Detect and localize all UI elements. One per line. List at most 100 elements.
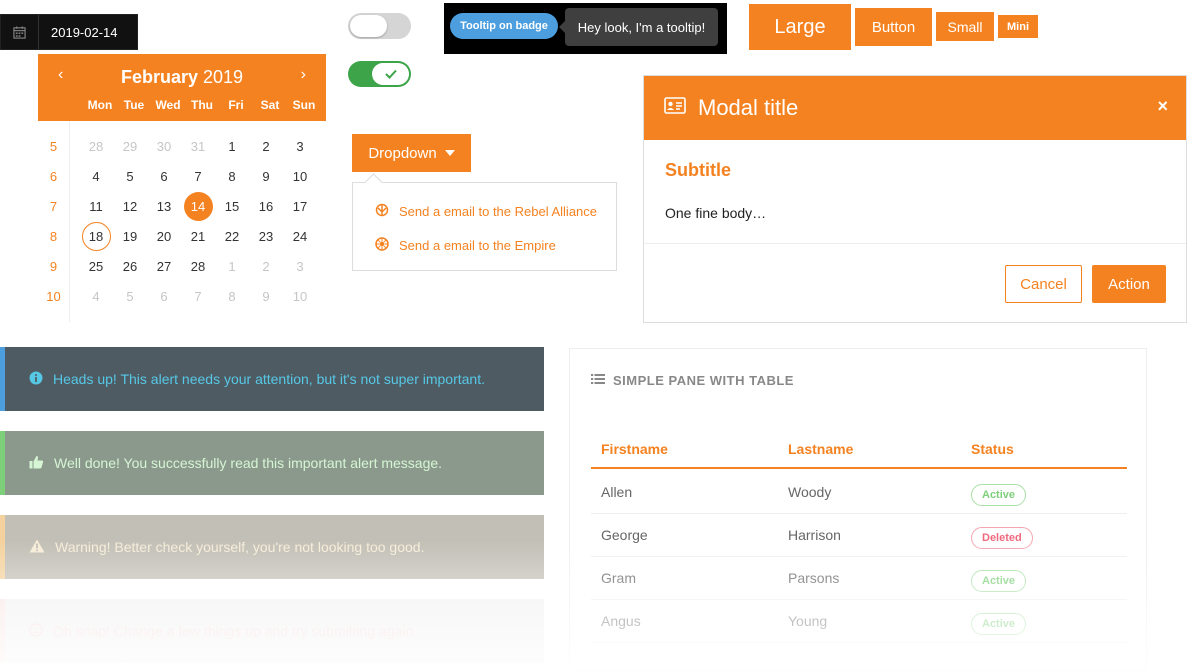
date-input[interactable]: 2019-02-14 [0,14,138,50]
calendar-day[interactable]: 9 [249,161,283,191]
calendar-day-today[interactable]: 18 [79,221,113,251]
calendar-day[interactable]: 28 [79,131,113,161]
cell-firstname: George [601,527,648,543]
calendar-day[interactable]: 25 [79,251,113,281]
cell-lastname: Harrison [788,527,841,543]
calendar-day[interactable]: 16 [249,191,283,221]
next-month-icon[interactable]: › [301,66,306,84]
calendar-day[interactable]: 13 [147,191,181,221]
close-icon[interactable]: × [1157,96,1168,117]
weekday: Tue [123,98,145,112]
dropdown-label: Dropdown [368,144,437,162]
weekday: Sun [292,98,316,112]
calendar-day-label: 9 [262,168,270,184]
dropdown-button[interactable]: Dropdown [352,134,471,172]
calendar-day[interactable]: 15 [215,191,249,221]
calendar-day[interactable]: 11 [79,191,113,221]
info-icon [29,371,43,388]
calendar-day[interactable]: 17 [283,191,317,221]
calendar-day-label: 4 [92,288,100,304]
calendar-day[interactable]: 26 [113,251,147,281]
table-row[interactable]: George Harrison Deleted [591,514,1127,557]
calendar-day[interactable]: 5 [113,161,147,191]
alert-warning: Warning! Better check yourself, you're n… [0,515,544,579]
week-number: 5 [49,138,58,154]
calendar-day-label: 6 [160,168,168,184]
table-header: Firstname Lastname Status [591,441,1127,469]
calendar-day[interactable]: 2 [249,251,283,281]
datepicker-calendar: ‹ February 2019 › Mon Tue Wed Thu Fri Sa… [38,54,326,322]
table-row[interactable]: Allen Woody Active [591,471,1127,514]
calendar-day[interactable]: 31 [181,131,215,161]
table-row[interactable]: Angus Young Active [591,600,1127,643]
calendar-day[interactable]: 20 [147,221,181,251]
action-button[interactable]: Action [1092,265,1166,303]
column-header-lastname[interactable]: Lastname [788,441,853,457]
calendar-day[interactable]: 7 [181,161,215,191]
calendar-day[interactable]: 9 [249,281,283,311]
calendar-day[interactable]: 2 [249,131,283,161]
calendar-day[interactable]: 24 [283,221,317,251]
calendar-day[interactable]: 23 [249,221,283,251]
calendar-day[interactable]: 29 [113,131,147,161]
calendar-day[interactable]: 3 [283,131,317,161]
dropdown-item-empire[interactable]: Send a email to the Empire [375,237,556,254]
tooltip-badge[interactable]: Tooltip on badge [450,13,558,39]
calendar-icon[interactable] [1,15,39,49]
small-button[interactable]: Small [936,12,994,41]
date-value[interactable]: 2019-02-14 [39,15,137,49]
calendar-day[interactable]: 4 [79,281,113,311]
calendar-day[interactable]: 19 [113,221,147,251]
pane-title: SIMPLE PANE WITH TABLE [591,373,794,388]
dropdown-item-label: Send a email to the Empire [399,238,556,253]
weekday: Sat [260,98,280,112]
weekday: Thu [191,98,213,112]
calendar-header: ‹ February 2019 › Mon Tue Wed Thu Fri Sa… [38,54,326,121]
calendar-day[interactable]: 5 [113,281,147,311]
calendar-day[interactable]: 21 [181,221,215,251]
calendar-day[interactable]: 3 [283,251,317,281]
calendar-day-label: 3 [296,138,304,154]
modal-body: One fine body… [665,205,767,221]
column-header-status[interactable]: Status [971,441,1014,457]
calendar-day[interactable]: 6 [147,161,181,191]
calendar-day[interactable]: 10 [283,281,317,311]
calendar-day[interactable]: 28 [181,251,215,281]
calendar-day[interactable]: 1 [215,131,249,161]
calendar-year[interactable]: 2019 [203,67,243,87]
calendar-day-label: 5 [126,288,134,304]
calendar-day[interactable]: 22 [215,221,249,251]
calendar-day[interactable]: 1 [215,251,249,281]
toggle-switch-off[interactable] [348,13,411,39]
alert-message: Oh snap! Change a few things up and try … [53,623,418,639]
calendar-day[interactable]: 30 [147,131,181,161]
modal-dialog: Modal title × Subtitle One fine body… Ca… [643,75,1187,323]
cancel-button[interactable]: Cancel [1005,265,1082,303]
calendar-day[interactable]: 7 [181,281,215,311]
status-badge: Active [971,484,1027,506]
calendar-day-label: 31 [190,138,206,154]
calendar-day[interactable]: 12 [113,191,147,221]
calendar-day[interactable]: 4 [79,161,113,191]
calendar-day[interactable]: 10 [283,161,317,191]
calendar-day-selected[interactable]: 14 [181,191,215,221]
status-badge: Deleted [971,527,1033,549]
large-button[interactable]: Large [749,4,851,50]
calendar-day[interactable]: 6 [147,281,181,311]
tooltip: Hey look, I'm a tooltip! [559,8,718,46]
calendar-day-label: 1 [228,138,236,154]
dropdown-item-rebel[interactable]: Send a email to the Rebel Alliance [375,203,597,220]
calendar-day[interactable]: 8 [215,281,249,311]
toggle-switch-on[interactable] [348,61,411,87]
column-header-firstname[interactable]: Firstname [601,441,668,457]
calendar-month: February [120,67,198,87]
simple-pane: SIMPLE PANE WITH TABLE Firstname Lastnam… [569,348,1147,671]
calendar-day-label: 30 [156,138,172,154]
mini-button[interactable]: Mini [998,15,1038,38]
table-row[interactable]: Gram Parsons Active [591,557,1127,600]
calendar-day[interactable]: 27 [147,251,181,281]
normal-button[interactable]: Button [855,8,932,46]
calendar-day-label: 2 [262,258,270,274]
calendar-day-label: 12 [122,198,138,214]
calendar-day[interactable]: 8 [215,161,249,191]
